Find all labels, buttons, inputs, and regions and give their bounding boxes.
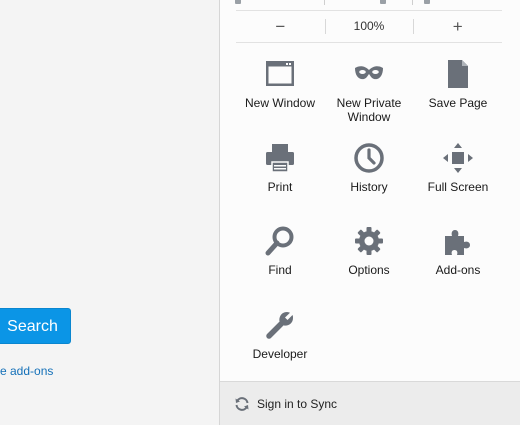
full-screen-button[interactable]: Full Screen [414,141,502,194]
menu-item-label: Print [267,180,293,194]
menu-item-label: New Window [244,96,316,110]
new-window-button[interactable]: New Window [236,57,324,110]
printer-icon [266,144,294,173]
gear-icon [355,227,383,255]
menu-item-label: New Private Window [336,96,402,124]
menu-item-label: Options [348,263,390,277]
zoom-reset-button[interactable]: 100% [324,11,414,42]
window-icon [266,61,294,86]
copy-icon [380,0,386,4]
menu-item-label: Save Page [428,96,488,110]
magnifier-icon [265,226,294,256]
add-ons-button[interactable]: Add-ons [414,224,502,277]
zoom-out-button[interactable]: − [236,11,325,42]
sync-icon [235,396,249,411]
menu-item-label: Add-ons [435,263,481,277]
developer-button[interactable]: Developer [236,308,324,361]
cut-off-edit-row [220,0,520,9]
sign-in-to-sync-button[interactable]: Sign in to Sync [220,381,520,425]
history-button[interactable]: History [325,141,413,194]
print-button[interactable]: Print [236,141,324,194]
menu-item-label: Developer [252,347,308,361]
wrench-icon [266,312,293,339]
sync-label: Sign in to Sync [257,396,338,411]
zoom-controls: − 100% + [236,10,502,43]
cut-icon [235,0,241,4]
divider [412,0,413,5]
zoom-in-button[interactable]: + [413,11,502,42]
menu-panel: − 100% + New Window New Private Window S… [219,0,520,425]
find-button[interactable]: Find [236,224,324,277]
paste-icon [424,0,430,4]
menu-item-label: History [350,180,388,194]
divider [324,0,325,5]
menu-item-label: Full Screen [427,180,489,194]
private-mask-icon [355,66,383,80]
menu-item-label: Find [268,263,292,277]
options-button[interactable]: Options [325,224,413,277]
addons-link[interactable]: e add-ons [0,364,53,378]
save-page-button[interactable]: Save Page [414,57,502,110]
puzzle-icon [445,230,470,255]
document-icon [448,60,468,88]
clock-icon [354,143,384,173]
page-content: Search e add-ons [0,0,219,425]
new-private-window-button[interactable]: New Private Window [325,57,413,124]
fullscreen-arrows-icon [443,143,473,173]
search-button[interactable]: Search [0,308,71,344]
